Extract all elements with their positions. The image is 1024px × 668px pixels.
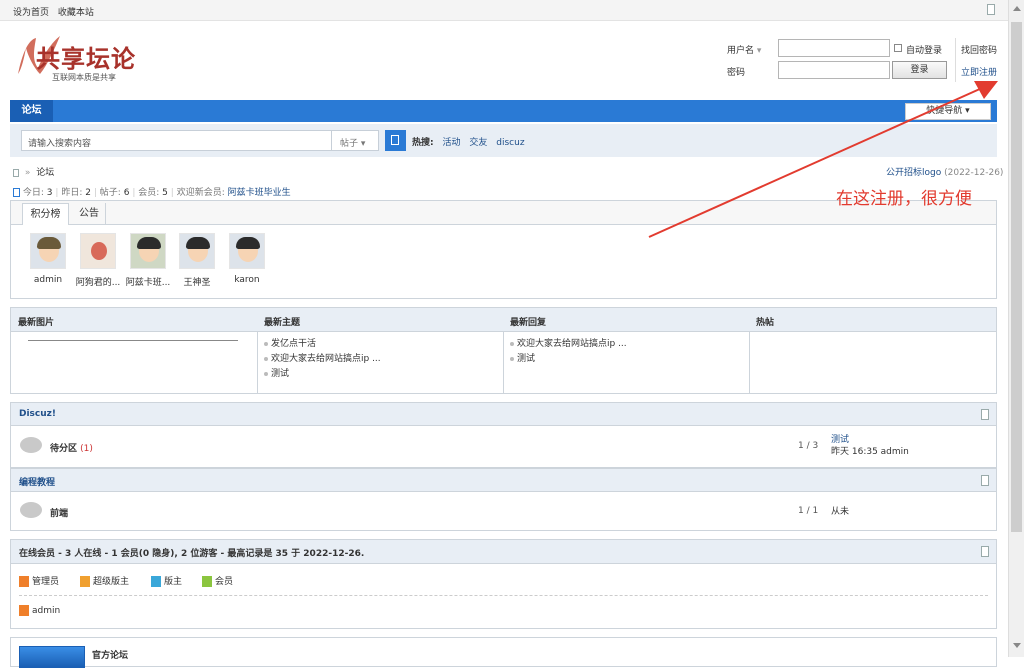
list-item[interactable]: 测试 — [264, 367, 496, 382]
register-link[interactable]: 立即注册 — [961, 65, 997, 78]
hot-search-item[interactable]: 活动 — [442, 138, 460, 148]
forum-row[interactable]: 待分区 (1) 1 / 3 测试 昨天 16:35 admin — [10, 426, 997, 468]
latest-replies-header: 最新回复 — [503, 308, 749, 332]
vertical-scrollbar[interactable] — [1008, 0, 1024, 657]
auto-login-checkbox[interactable] — [894, 44, 902, 52]
list-item[interactable]: 欢迎大家去给网站搞点ip ... — [510, 337, 742, 352]
announcement: 公开招标logo (2022-12-26) — [886, 168, 1004, 178]
category-header[interactable]: Discuz! — [10, 402, 997, 426]
official-forum-row[interactable]: 官方论坛 — [10, 637, 997, 668]
official-forum-title[interactable]: 官方论坛 — [92, 648, 128, 661]
logo-text: 共享坛论 — [36, 44, 136, 73]
latest-images-header: 最新图片 — [11, 308, 257, 332]
image-slider[interactable] — [28, 340, 238, 341]
forum-icon — [20, 502, 42, 518]
online-header[interactable]: 在线会员 - 3 人在线 - 1 会员(0 隐身), 2 位游客 - 最高记录是… — [11, 540, 996, 564]
search-button[interactable] — [385, 130, 406, 151]
forum-name[interactable]: 前端 — [50, 506, 68, 519]
legend-member: 会员 — [202, 574, 233, 587]
collapse-icon[interactable] — [981, 409, 989, 420]
avatar[interactable] — [229, 233, 265, 269]
scroll-up-icon[interactable] — [1013, 6, 1021, 11]
last-post: 从未 — [831, 507, 850, 517]
list-item[interactable]: 测试 — [510, 352, 742, 367]
breadcrumb: » 论坛 — [13, 165, 54, 178]
list-item[interactable]: 欢迎大家去给网站搞点ip ... — [264, 352, 496, 367]
newest-member-link[interactable]: 阿兹卡班毕业生 — [228, 188, 291, 198]
legend-mod: 版主 — [151, 574, 182, 587]
auto-login-label: 自动登录 — [906, 46, 943, 56]
collapse-icon[interactable] — [981, 475, 989, 486]
breadcrumb-current[interactable]: 论坛 — [36, 168, 54, 178]
annotation-text: 在这注册，很方便 — [836, 189, 972, 209]
hot-search: 热搜: 活动 交友 discuz — [412, 138, 525, 148]
last-post: 测试 昨天 16:35 admin — [831, 435, 909, 457]
username-label: 用户名 ▾ — [727, 46, 762, 56]
forum-name: 待分区 (1) — [50, 444, 93, 454]
thread-count: 1 / 1 — [798, 506, 819, 516]
avatar[interactable] — [80, 233, 116, 269]
set-home-link[interactable]: 设为首页 — [13, 8, 49, 18]
list-item[interactable]: 发亿点干活 — [264, 337, 496, 352]
avatar[interactable] — [179, 233, 215, 269]
home-icon[interactable] — [13, 168, 19, 177]
divider — [955, 38, 956, 82]
password-label: 密码 — [727, 68, 746, 78]
forum-stats: 今日: 3 | 昨日: 2 | 帖子: 6 | 会员: 5 | 欢迎新会员: 阿… — [13, 185, 291, 198]
hot-posts-header: 热帖 — [749, 308, 996, 332]
scroll-down-icon[interactable] — [1013, 643, 1021, 648]
password-input[interactable] — [778, 61, 890, 79]
quick-nav-button[interactable]: 快捷导航 ▾ — [905, 103, 991, 120]
top-bar: 设为首页 收藏本站 — [0, 0, 1008, 21]
collapse-icon[interactable] — [981, 546, 989, 557]
avatar[interactable] — [130, 233, 166, 269]
forum-icon — [20, 437, 42, 453]
latest-topics-header: 最新主题 — [257, 308, 503, 332]
category-header[interactable]: 编程教程 — [10, 468, 997, 492]
find-password-link[interactable]: 找回密码 — [961, 43, 997, 56]
divider — [19, 595, 988, 596]
user-icon — [19, 576, 29, 587]
legend-admin: 管理员 — [19, 574, 59, 587]
announcement-link[interactable]: 公开招标logo — [886, 168, 941, 178]
official-forum-image[interactable] — [19, 646, 85, 668]
forum-row[interactable]: 前端 1 / 1 从未 — [10, 492, 997, 531]
online-user[interactable]: admin — [19, 605, 60, 616]
search-bar: 请输入搜索内容 帖子 ▾ 热搜: 活动 交友 discuz — [10, 124, 997, 157]
tab-points[interactable]: 积分榜 — [22, 203, 69, 225]
logo-subtitle: 互联网本质是共享 — [52, 73, 116, 82]
avatar[interactable] — [30, 233, 66, 269]
user-card[interactable]: karon — [217, 233, 277, 285]
username-input[interactable] — [778, 39, 890, 57]
tab-forum[interactable]: 论坛 — [10, 100, 53, 122]
main-nav: 论坛 快捷导航 ▾ — [10, 100, 997, 122]
hot-search-item[interactable]: 交友 — [469, 138, 487, 148]
tab-notice[interactable]: 公告 — [73, 203, 106, 225]
user-icon — [151, 576, 161, 587]
site-logo[interactable]: 共享坛论 互联网本质是共享 — [12, 26, 137, 84]
ranking-panel: 积分榜 公告 admin 阿狗君的... 阿兹卡班... 王神圣 karon — [10, 200, 997, 299]
user-icon — [19, 605, 29, 616]
thread-count: 1 / 3 — [798, 441, 819, 451]
latest-grid: 最新图片 最新主题 发亿点干活 欢迎大家去给网站搞点ip ... 测试 最新回复… — [10, 307, 997, 394]
search-input[interactable]: 请输入搜索内容 — [21, 130, 332, 151]
user-icon — [80, 576, 90, 587]
arrow-head — [974, 81, 998, 99]
mobile-icon[interactable] — [987, 4, 995, 15]
login-button[interactable]: 登录 — [892, 61, 947, 79]
legend-super-mod: 超级版主 — [80, 574, 129, 587]
scrollbar-thumb[interactable] — [1011, 22, 1022, 532]
bookmark-link[interactable]: 收藏本站 — [58, 8, 94, 18]
search-icon — [391, 135, 399, 145]
online-panel: 在线会员 - 3 人在线 - 1 会员(0 隐身), 2 位游客 - 最高记录是… — [10, 539, 997, 629]
user-icon — [202, 576, 212, 587]
search-type-select[interactable]: 帖子 ▾ — [332, 130, 379, 151]
stats-icon — [13, 188, 20, 197]
hot-search-item[interactable]: discuz — [496, 138, 524, 148]
